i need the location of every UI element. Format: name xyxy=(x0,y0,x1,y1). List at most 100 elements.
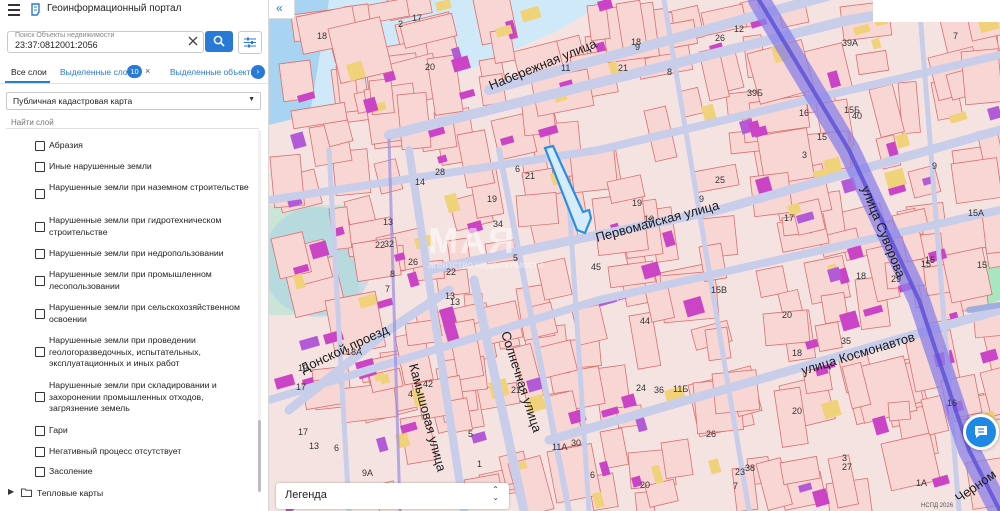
parcel-number: 18 xyxy=(631,37,641,47)
map-svg[interactable]: Набережная улица Первомайская улица улиц… xyxy=(269,0,1000,511)
parcel-number: 9 xyxy=(699,194,704,204)
parcel-number: 24 xyxy=(636,383,646,393)
parcel-number: 11А xyxy=(552,442,567,452)
parcel-number: 11Б xyxy=(673,384,688,394)
parcel-number: 14 xyxy=(415,177,425,187)
parcel[interactable] xyxy=(814,321,843,353)
selected-layers-count-badge: 10 xyxy=(127,65,142,78)
parcel-number: 23 xyxy=(735,467,745,477)
search-label: Поиск Объекты недвижимости xyxy=(15,32,115,39)
parcel-number: 17 xyxy=(412,13,422,23)
menu-icon[interactable] xyxy=(8,4,20,16)
search-input[interactable] xyxy=(15,39,175,51)
parcel-number: 21 xyxy=(511,385,521,395)
chat-button[interactable] xyxy=(963,414,999,450)
scrollbar-thumb[interactable] xyxy=(258,420,261,492)
parcel-number: 18 xyxy=(317,31,327,41)
parcel-number: 16 xyxy=(947,398,957,408)
layer-checkbox[interactable] xyxy=(35,221,45,232)
parcel-number: 38 xyxy=(745,463,755,473)
parcel-number: 6 xyxy=(334,443,339,453)
parcel[interactable] xyxy=(887,400,911,422)
search-field[interactable]: Поиск Объекты недвижимости xyxy=(7,31,204,53)
collapse-panel-button[interactable]: « xyxy=(269,0,295,19)
parcel-number: 39А xyxy=(842,38,858,48)
tab-selected-objects[interactable]: Выделенные объекты xyxy=(170,67,257,77)
layer-checkbox[interactable] xyxy=(35,188,45,199)
layer-checkbox[interactable] xyxy=(35,141,45,151)
chevron-right-icon[interactable]: › xyxy=(251,65,265,79)
parcel-number: 13 xyxy=(383,217,393,227)
parcel-number: 7 xyxy=(733,481,738,491)
legend-label: Легенда xyxy=(285,489,327,501)
app-header: Геоинформационный портал xyxy=(0,0,268,22)
layer-label: Нарушенные земли при наземном строительс… xyxy=(49,182,249,192)
parcel-number: 12 xyxy=(734,24,744,34)
layer-search-input[interactable] xyxy=(11,117,251,127)
parcel-number: 7 xyxy=(953,31,958,41)
watermark-text: МАЯ xyxy=(428,220,516,261)
layer-label: Нарушенные земли при проведении геологор… xyxy=(49,335,201,368)
parcel-number: 2 xyxy=(398,19,403,29)
layer-label: Нарушенные земли при складировании и зах… xyxy=(49,380,217,413)
parcel-number: 15 xyxy=(921,259,931,269)
parcel[interactable] xyxy=(855,49,890,76)
folder-label: Тепловые карты xyxy=(37,488,104,498)
basemap-select[interactable]: Публичная кадастровая карта ▼ xyxy=(6,92,261,110)
double-chevron-left-icon: « xyxy=(276,1,283,15)
parcel-number: 39Б xyxy=(747,88,763,98)
layer-label: Нарушенные земли при сельскохозяйственно… xyxy=(49,302,240,324)
parcel-number: 28 xyxy=(435,167,445,177)
parcel[interactable] xyxy=(880,432,941,492)
search-button[interactable] xyxy=(205,31,233,52)
parcel-number: 44 xyxy=(640,316,650,326)
parcel-number: 16 xyxy=(799,108,809,118)
layer-checkbox[interactable] xyxy=(35,447,45,457)
parcel[interactable] xyxy=(404,319,437,347)
legend-dropdown[interactable]: Легенда ⌃ ⌄ xyxy=(276,483,509,509)
layer-label: Засоление xyxy=(49,466,93,476)
parcel-number: 5 xyxy=(468,429,473,439)
layer-checkbox[interactable] xyxy=(35,347,45,357)
layer-checkbox[interactable] xyxy=(35,275,45,286)
clear-icon[interactable] xyxy=(187,35,199,47)
tab-all-layers[interactable]: Все слои xyxy=(11,67,47,77)
parcel[interactable] xyxy=(660,438,694,480)
parcel-number: 30 xyxy=(571,438,581,448)
layer-label: Абразия xyxy=(49,140,83,150)
layer-checkbox[interactable] xyxy=(35,467,45,477)
parcel[interactable] xyxy=(950,157,1000,205)
parcel-number: 9 xyxy=(932,161,937,171)
parcel-number: 29 xyxy=(891,274,901,284)
close-icon[interactable]: × xyxy=(145,66,150,76)
parcel-number: 13 xyxy=(445,291,455,301)
layer-checkbox[interactable] xyxy=(35,392,45,402)
layer-checkbox[interactable] xyxy=(35,162,45,172)
parcel-number: 19 xyxy=(487,194,497,204)
parcel-number: 21 xyxy=(618,63,628,73)
parcel-number: 20 xyxy=(782,310,792,320)
parcel-number: 18 xyxy=(856,271,866,281)
tab-selected-layers[interactable]: Выделенные слои xyxy=(60,67,132,77)
layer-checkbox[interactable] xyxy=(35,426,45,436)
parcel-number: 17 xyxy=(298,427,308,437)
portal-logo-icon xyxy=(31,3,40,16)
parcel-number: 35 xyxy=(841,336,851,346)
parcel-number: 1 xyxy=(477,459,482,469)
divider xyxy=(6,128,259,129)
copyright: НСПД 2026 xyxy=(921,503,954,509)
caret-down-icon: ▼ xyxy=(248,96,255,103)
chevron-right-icon[interactable]: ▶ xyxy=(8,487,14,496)
layer-checkbox[interactable] xyxy=(35,308,45,319)
parcel-number: 20 xyxy=(640,480,650,490)
layer-label: Нарушенные земли при гидротехническом ст… xyxy=(49,215,222,237)
folder-heatmaps[interactable]: ▶ Тепловые карты xyxy=(8,487,208,499)
map-canvas[interactable]: Набережная улица Первомайская улица улиц… xyxy=(269,0,1000,511)
parcel-number: 7 xyxy=(385,284,390,294)
parcel-number: 32 xyxy=(384,239,394,249)
parcel-number: 42 xyxy=(423,379,433,389)
parcel-number: 11 xyxy=(561,63,570,73)
parcel-number: 17 xyxy=(784,213,794,223)
filter-button[interactable] xyxy=(238,31,262,54)
layer-checkbox[interactable] xyxy=(35,249,45,259)
